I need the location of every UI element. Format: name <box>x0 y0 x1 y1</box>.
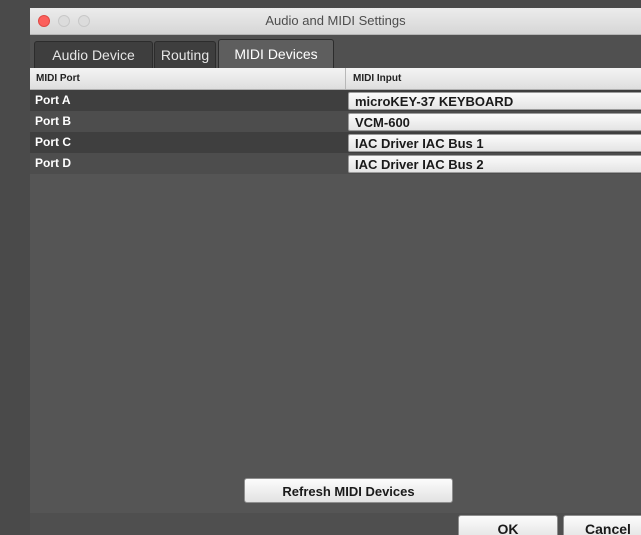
window-title: Audio and MIDI Settings <box>265 13 406 28</box>
midi-input-select[interactable]: microKEY-37 KEYBOARD <box>348 92 641 110</box>
port-label: Port B <box>35 114 71 128</box>
midi-devices-panel: MIDI Port MIDI Input Port A microKEY-37 … <box>30 68 641 483</box>
midi-input-select[interactable]: IAC Driver IAC Bus 2 <box>348 155 641 173</box>
ok-button[interactable]: OK <box>458 515 558 535</box>
port-label: Port D <box>35 156 71 170</box>
refresh-midi-devices-button[interactable]: Refresh MIDI Devices <box>244 478 453 503</box>
table-row: Port D IAC Driver IAC Bus 2 <box>30 153 641 174</box>
tab-midi-devices[interactable]: MIDI Devices <box>218 39 334 68</box>
tab-bar: Audio Device Routing MIDI Devices <box>30 35 641 68</box>
table-row: Port C IAC Driver IAC Bus 1 <box>30 132 641 153</box>
table-row: Port A microKEY-37 KEYBOARD <box>30 90 641 111</box>
tab-audio-device[interactable]: Audio Device <box>34 41 153 68</box>
table-row: Port B VCM-600 <box>30 111 641 132</box>
port-label: Port C <box>35 135 71 149</box>
cancel-button[interactable]: Cancel <box>563 515 641 535</box>
midi-input-select[interactable]: IAC Driver IAC Bus 1 <box>348 134 641 152</box>
tab-routing[interactable]: Routing <box>154 41 216 68</box>
settings-window: Audio and MIDI Settings Audio Device Rou… <box>30 8 641 535</box>
column-header-midi-input[interactable]: MIDI Input <box>347 68 641 89</box>
port-label: Port A <box>35 93 71 107</box>
column-header-midi-port[interactable]: MIDI Port <box>30 68 346 89</box>
title-bar[interactable]: Audio and MIDI Settings <box>30 8 641 35</box>
table-header: MIDI Port MIDI Input <box>30 68 641 90</box>
midi-port-table: Port A microKEY-37 KEYBOARD Port B VCM-6… <box>30 90 641 174</box>
midi-input-select[interactable]: VCM-600 <box>348 113 641 131</box>
